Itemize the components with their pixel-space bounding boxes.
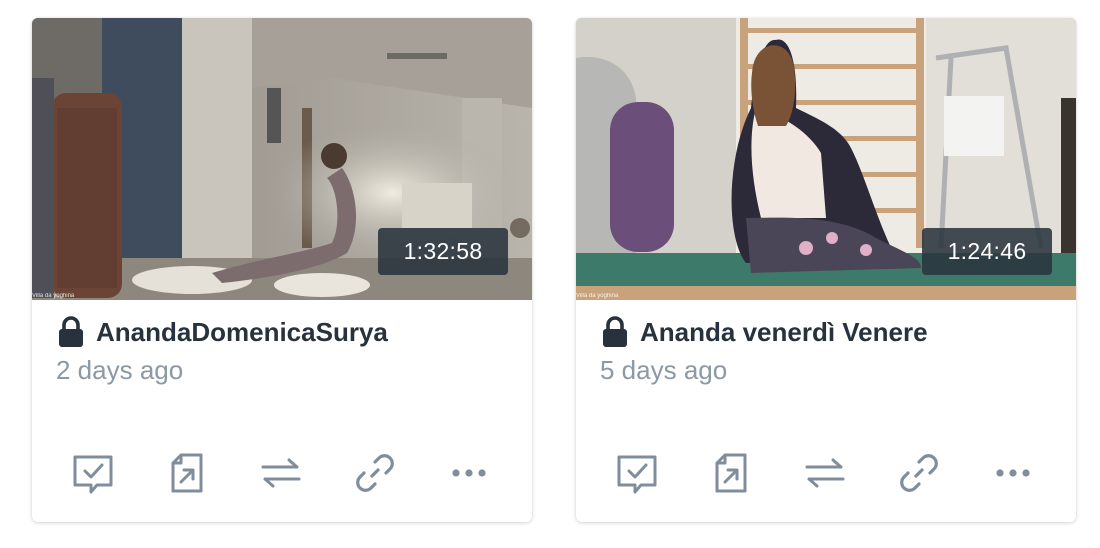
watermark: Villa da yoghina (576, 293, 619, 299)
recording-age: 2 days ago (56, 355, 184, 385)
share-icon (715, 453, 747, 493)
card-actions (576, 448, 1076, 498)
title-row: Ananda venerdì Venere (602, 314, 928, 350)
recording-title[interactable]: Ananda venerdì Venere (640, 317, 928, 348)
share-button[interactable] (162, 448, 212, 498)
duration-badge: 1:32:58 (378, 228, 508, 275)
more-icon (452, 469, 486, 477)
video-thumbnail[interactable]: 1:32:58 Villa da yoghina (32, 18, 532, 300)
recording-card[interactable]: 1:32:58 Villa da yoghina AnandaDomenicaS… (32, 18, 532, 522)
review-button[interactable] (68, 448, 118, 498)
transfer-button[interactable] (256, 448, 306, 498)
transfer-button[interactable] (800, 448, 850, 498)
review-icon (73, 455, 113, 494)
more-icon (996, 469, 1030, 477)
more-options-button[interactable] (444, 448, 494, 498)
watermark: Villa da yoghina (32, 293, 75, 299)
share-icon (171, 453, 203, 493)
more-options-button[interactable] (988, 448, 1038, 498)
lock-icon (603, 316, 627, 347)
review-button[interactable] (612, 448, 662, 498)
review-icon (617, 455, 657, 494)
copy-link-button[interactable] (350, 448, 400, 498)
copy-link-button[interactable] (894, 448, 944, 498)
video-thumbnail[interactable]: 1:24:46 Villa da yoghina (576, 18, 1076, 300)
transfer-icon (805, 458, 845, 488)
link-icon (356, 454, 394, 492)
duration-badge: 1:24:46 (922, 228, 1052, 275)
recording-title[interactable]: AnandaDomenicaSurya (96, 317, 388, 348)
recordings-grid: 1:32:58 Villa da yoghina AnandaDomenicaS… (0, 0, 1100, 548)
transfer-icon (261, 458, 301, 488)
card-actions (32, 448, 532, 498)
lock-icon (59, 316, 83, 347)
link-icon (900, 454, 938, 492)
title-row: AnandaDomenicaSurya (58, 314, 388, 350)
share-button[interactable] (706, 448, 756, 498)
recording-card[interactable]: 1:24:46 Villa da yoghina Ananda venerdì … (576, 18, 1076, 522)
recording-age: 5 days ago (600, 355, 728, 385)
